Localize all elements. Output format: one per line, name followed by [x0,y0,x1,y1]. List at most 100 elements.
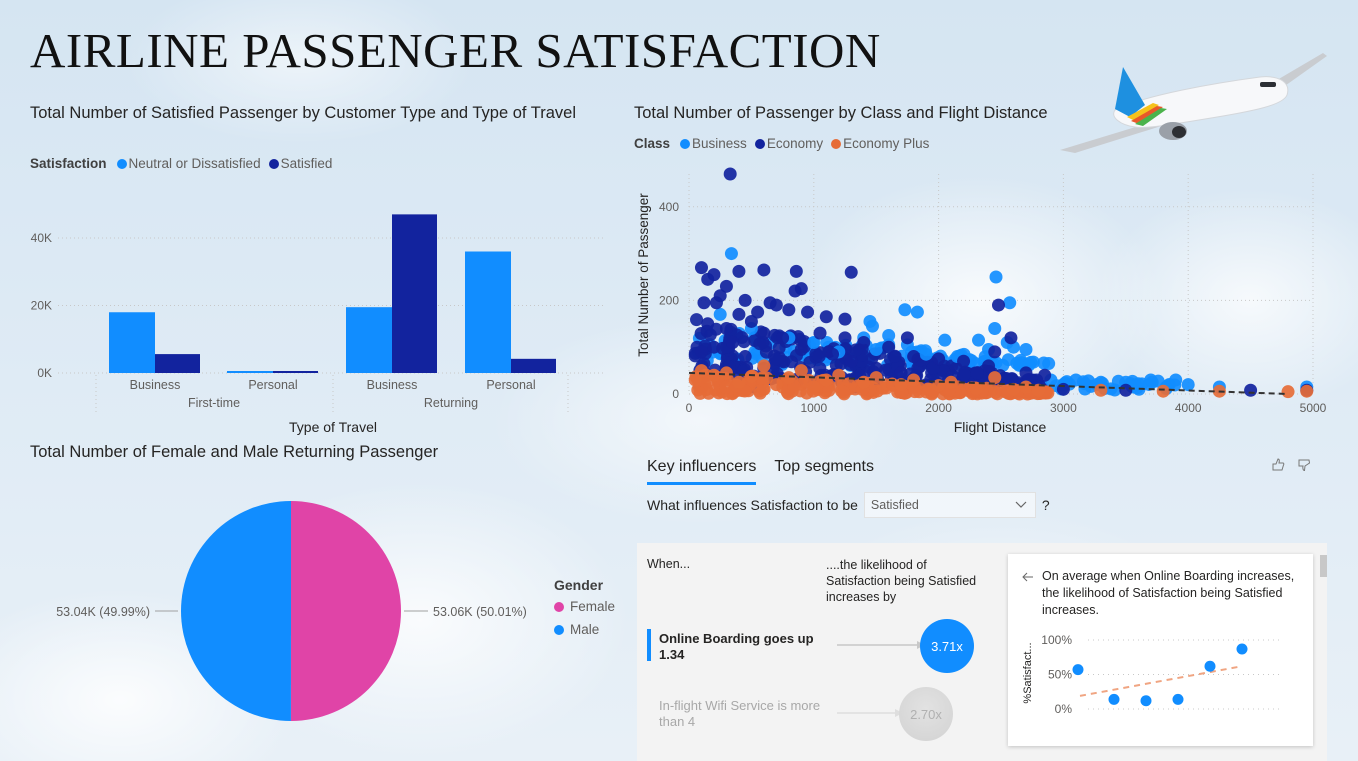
business-point [865,319,879,333]
economy-point [789,264,803,278]
economy-plus-point [1156,384,1170,398]
business-point [1181,378,1195,392]
economy-point [707,340,721,354]
x-tick-label: Business [367,378,418,392]
economy-point [957,354,971,368]
dropdown-value: Satisfied [870,498,919,512]
economy-point [782,303,796,317]
bar-satisfied [273,371,318,373]
economy-point [801,305,815,319]
economy-point [769,298,783,312]
thumbs-up-icon[interactable] [1271,458,1285,472]
economy-plus-point [753,384,767,398]
x-tick-label: Business [130,378,181,392]
economy-point [838,312,852,326]
back-arrow-icon[interactable] [1022,572,1034,582]
influencer-question: What influences Satisfaction to be Satis… [647,492,1050,518]
legend-item-business[interactable]: Business [680,136,747,151]
economy-plus-point [1281,385,1295,399]
x-tick-label: 5000 [1300,401,1327,415]
pie-label-female: 53.06K (50.01%) [433,605,527,619]
thumbs-down-icon[interactable] [1297,458,1311,472]
economy-point [844,354,858,368]
business-point [1169,373,1183,387]
airplane-engine-intake [1172,126,1186,138]
economy-plus-point [1094,383,1108,397]
economy-point [819,310,833,324]
economy-point [757,263,771,277]
column-header-likelihood: ....the likelihood of Satisfaction being… [826,558,977,604]
economy-plus-point [744,369,758,383]
economy-point [1056,382,1070,396]
economy-point [982,359,996,373]
legend-item-satisfied[interactable]: Satisfied [268,156,332,171]
airplane-image [1060,53,1327,153]
influence-bubble[interactable]: 2.70x [899,687,953,741]
detail-description: On average when Online Boarding increase… [1042,569,1295,617]
legend-label: Business [692,136,747,151]
business-point [972,333,986,347]
satisfaction-value-dropdown[interactable]: Satisfied [863,492,1036,518]
arrow-icon [837,641,925,649]
data-point [1172,693,1184,705]
feedback-buttons [1271,458,1311,472]
data-point [1140,695,1152,707]
legend-item-economy-plus[interactable]: Economy Plus [831,136,929,151]
data-point [1108,693,1120,705]
influence-bubble[interactable]: 3.71x [920,619,974,673]
economy-plus-point [719,366,733,380]
legend-dot-icon [680,138,691,149]
bar-chart: 0K 20K 40K Business Personal Business Personal… [31,214,605,435]
y-tick-label: 0 [672,387,679,401]
scrollbar[interactable] [1320,555,1327,577]
economy-point [732,307,746,321]
economy-point [907,350,921,364]
airplane-cockpit-window [1260,82,1276,87]
economy-plus-point [869,371,883,385]
economy-point [713,289,727,303]
bar-satisfied [511,358,556,373]
economy-point [701,317,715,331]
economy-point [738,293,752,307]
x-tick-label: Personal [486,378,535,392]
legend-item-male[interactable]: Male [554,622,615,637]
economy-point [932,352,946,366]
legend-item-female[interactable]: Female [554,599,615,614]
question-prefix: What influences Satisfaction to be [647,497,858,513]
tab-key-influencers[interactable]: Key influencers [647,458,757,485]
legend-item-neutral[interactable]: Neutral or Dissatisfied [116,156,261,171]
economy-plus-point [908,385,922,399]
business-point [898,303,912,317]
question-suffix: ? [1041,497,1050,513]
legend-dot-icon [116,158,127,169]
economy-plus-point [1300,384,1314,398]
business-point [919,347,933,361]
y-tick-label: 20K [31,299,52,313]
influencer-item[interactable]: In-flight Wifi Service is more than 4 [659,698,829,730]
economy-point [719,321,733,335]
x-tick-label: 1000 [800,401,827,415]
business-point [1042,357,1056,371]
tab-top-segments[interactable]: Top segments [774,458,874,485]
influencer-item[interactable]: Online Boarding goes up 1.34 [659,631,829,663]
business-point [1003,296,1017,310]
business-point [910,305,924,319]
legend-item-economy[interactable]: Economy [754,136,823,151]
economy-point [894,366,908,380]
key-influencers-tabs: Key influencers Top segments [647,458,874,485]
x-group-label: First-time [188,396,240,410]
y-tick-label: 100% [1041,633,1072,647]
bar-neutral-or-dissatisfied [346,307,392,373]
business-point [1081,374,1095,388]
economy-plus-point [832,368,846,382]
economy-point [1038,368,1052,382]
economy-plus-point [1019,380,1033,394]
economy-point [788,284,802,298]
detail-chart-ylabel: %Satisfact... [1022,642,1034,703]
economy-plus-point [693,386,707,400]
x-tick-label: Personal [248,378,297,392]
data-point [1204,660,1216,672]
economy-point [794,343,808,357]
chevron-down-icon [1015,501,1027,508]
scatter-chart-xlabel: Flight Distance [954,419,1047,435]
